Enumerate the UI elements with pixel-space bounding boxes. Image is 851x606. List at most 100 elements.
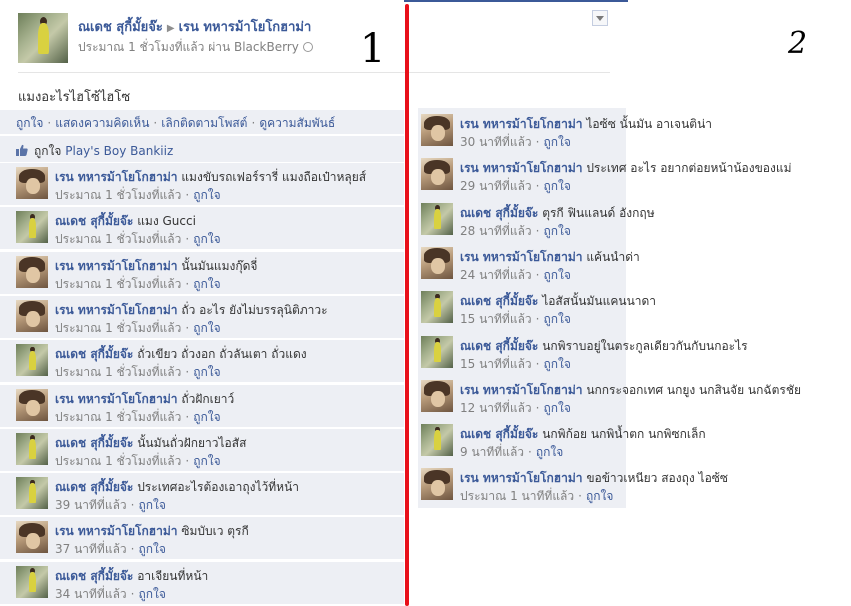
post-author-avatar[interactable] [18, 13, 68, 63]
commenter-avatar[interactable] [16, 477, 48, 510]
comment-author-link[interactable]: ณเดช สุกี้มั้ยจ๊ะ [55, 480, 133, 494]
comment-like-link[interactable]: ถูกใจ [544, 179, 571, 193]
comment-item: เรน ทหารม้าโยโกฮาม่า ขอข้าวเหนียว สองถุง… [418, 464, 728, 507]
commenter-avatar[interactable] [16, 344, 48, 377]
comment-timestamp[interactable]: 34 นาทีที่แล้ว [55, 587, 127, 601]
comment-timestamp[interactable]: 24 นาทีที่แล้ว [460, 268, 532, 282]
comment-like-link[interactable]: ถูกใจ [544, 224, 571, 238]
comment-like-link[interactable]: ถูกใจ [139, 587, 166, 601]
comment-author-link[interactable]: เรน ทหารม้าโยโกฮาม่า [55, 303, 177, 317]
commenter-avatar[interactable] [16, 299, 48, 332]
comment-timestamp[interactable]: ประมาณ 1 ชั่วโมงที่แล้ว [55, 188, 181, 202]
comment-like-link[interactable]: ถูกใจ [193, 321, 220, 335]
post-timestamp[interactable]: ประมาณ 1 ชั่วโมงที่แล้ว ผ่าน BlackBerry [78, 40, 299, 54]
comment-timestamp[interactable]: ประมาณ 1 ชั่วโมงที่แล้ว [55, 232, 181, 246]
post-header: ณเดช สุกี้มั้ยจ๊ะ ▶ เรน ทหารม้าโยโกฮาม่า [78, 16, 311, 37]
comment-timestamp[interactable]: ประมาณ 1 ชั่วโมงที่แล้ว [55, 321, 181, 335]
triangle-right-icon: ▶ [166, 23, 175, 34]
comment-like-link[interactable]: ถูกใจ [193, 365, 220, 379]
post-target-link[interactable]: เรน ทหารม้าโยโกฮาม่า [179, 20, 312, 35]
commenter-avatar[interactable] [16, 521, 48, 554]
comment-author-link[interactable]: เรน ทหารม้าโยโกฮาม่า [460, 383, 582, 397]
comment-author-link[interactable]: เรน ทหารม้าโยโกฮาม่า [460, 471, 582, 485]
comment-timestamp[interactable]: 15 นาทีที่แล้ว [460, 357, 532, 371]
comment-like-link[interactable]: ถูกใจ [536, 445, 563, 459]
comment-author-link[interactable]: ณเดช สุกี้มั้ยจ๊ะ [460, 339, 538, 353]
commenter-avatar[interactable] [16, 211, 48, 244]
comment-like-link[interactable]: ถูกใจ [139, 542, 166, 556]
comment-text: แค้นนำด่า [586, 249, 640, 264]
commenter-avatar[interactable] [421, 379, 453, 412]
comment-timestamp[interactable]: 15 นาทีที่แล้ว [460, 312, 532, 326]
comment-author-link[interactable]: ณเดช สุกี้มั้ยจ๊ะ [55, 569, 133, 583]
comment-timestamp[interactable]: 28 นาทีที่แล้ว [460, 224, 532, 238]
likes-prefix: ถูกใจ [34, 144, 62, 158]
commenter-avatar[interactable] [16, 432, 48, 465]
comment-author-link[interactable]: ณเดช สุกี้มั้ยจ๊ะ [460, 294, 538, 308]
comment-author-link[interactable]: ณเดช สุกี้มั้ยจ๊ะ [460, 206, 538, 220]
commenter-avatar[interactable] [421, 202, 453, 235]
likes-user-link[interactable]: Play's Boy Bankiiz [65, 144, 173, 158]
comment-author-link[interactable]: ณเดช สุกี้มั้ยจ๊ะ [55, 436, 133, 450]
comment-author-link[interactable]: เรน ทหารม้าโยโกฮาม่า [55, 392, 177, 406]
comment-author-link[interactable]: เรน ทหารม้าโยโกฮาม่า [460, 250, 582, 264]
comment-like-link[interactable]: ถูกใจ [544, 135, 571, 149]
comment-timestamp[interactable]: ประมาณ 1 ชั่วโมงที่แล้ว [55, 277, 181, 291]
comment-item: เรน ทหารม้าโยโกฮาม่า ไอซ้ซ นั้นมัน อาเจน… [418, 110, 712, 152]
comment-like-link[interactable]: ถูกใจ [544, 312, 571, 326]
commenter-avatar[interactable] [16, 167, 48, 199]
comment-body: เรน ทหารม้าโยโกฮาม่า ถั่ว อะไร ยังไม่บรร… [55, 301, 328, 320]
comment-timestamp[interactable]: ประมาณ 1 นาทีที่แล้ว [460, 489, 574, 503]
comment-timestamp[interactable]: 29 นาทีที่แล้ว [460, 179, 532, 193]
comment-author-link[interactable]: เรน ทหารม้าโยโกฮาม่า [55, 259, 177, 273]
comment-author-link[interactable]: ณเดช สุกี้มั้ยจ๊ะ [460, 427, 538, 441]
comment-author-link[interactable]: ณเดช สุกี้มั้ยจ๊ะ [55, 347, 133, 361]
comment-body: เรน ทหารม้าโยโกฮาม่า แค้นนำด่า [460, 248, 640, 267]
comment-like-link[interactable]: ถูกใจ [193, 277, 220, 291]
comment-like-link[interactable]: ถูกใจ [193, 454, 220, 468]
commenter-avatar[interactable] [421, 158, 453, 191]
comment-like-link[interactable]: ถูกใจ [193, 232, 220, 246]
commenter-avatar[interactable] [421, 291, 453, 324]
comment-author-link[interactable]: เรน ทหารม้าโยโกฮาม่า [460, 161, 582, 175]
comment-timestamp[interactable]: ประมาณ 1 ชั่วโมงที่แล้ว [55, 410, 181, 424]
comment-like-link[interactable]: ถูกใจ [139, 498, 166, 512]
commenter-avatar[interactable] [421, 424, 453, 457]
comment-timestamp[interactable]: 12 นาทีที่แล้ว [460, 401, 532, 415]
commenter-avatar[interactable] [16, 565, 48, 598]
divider [18, 72, 610, 73]
comment-link[interactable]: แสดงความคิดเห็น [55, 116, 149, 130]
comment-timestamp[interactable]: 9 นาทีที่แล้ว [460, 445, 524, 459]
comment-timestamp[interactable]: 37 นาทีที่แล้ว [55, 542, 127, 556]
comment-timestamp[interactable]: ประมาณ 1 ชั่วโมงที่แล้ว [55, 454, 181, 468]
chevron-down-icon[interactable] [592, 10, 608, 26]
comment-like-link[interactable]: ถูกใจ [544, 401, 571, 415]
comment-author-link[interactable]: ณเดช สุกี้มั้ยจ๊ะ [55, 214, 133, 228]
comment-author-link[interactable]: เรน ทหารม้าโยโกฮาม่า [460, 117, 582, 131]
see-friendship-link[interactable]: ดูความสัมพันธ์ [259, 116, 335, 130]
comment-like-link[interactable]: ถูกใจ [193, 188, 220, 202]
comment-like-link[interactable]: ถูกใจ [193, 410, 220, 424]
comment-author-link[interactable]: เรน ทหารม้าโยโกฮาม่า [55, 524, 177, 538]
comment-text: แมง Gucci [137, 214, 196, 229]
comment-like-link[interactable]: ถูกใจ [586, 489, 613, 503]
comment-timestamp[interactable]: 30 นาทีที่แล้ว [460, 135, 532, 149]
comment-item: เรน ทหารม้าโยโกฮาม่า นั้นมันแมงกุ๊ดจี่ ปร… [0, 251, 404, 294]
comment-like-link[interactable]: ถูกใจ [544, 268, 571, 282]
post-text: แมงอะไรไฮโซ้ไฮโซ [18, 90, 131, 105]
commenter-avatar[interactable] [16, 255, 48, 288]
post-author-link[interactable]: ณเดช สุกี้มั้ยจ๊ะ [78, 20, 163, 35]
comment-item: ณเดช สุกี้มั้ยจ๊ะ ประเทศอะไรต้องเอาถุงไว… [0, 473, 404, 516]
commenter-avatar[interactable] [421, 335, 453, 368]
unfollow-post-link[interactable]: เลิกติดตามโพสต์ [161, 116, 247, 130]
like-link[interactable]: ถูกใจ [16, 116, 43, 130]
comment-timestamp[interactable]: ประมาณ 1 ชั่วโมงที่แล้ว [55, 365, 181, 379]
globe-icon [302, 42, 313, 52]
comment-author-link[interactable]: เรน ทหารม้าโยโกฮาม่า [55, 170, 177, 184]
commenter-avatar[interactable] [421, 114, 453, 146]
commenter-avatar[interactable] [16, 388, 48, 421]
commenter-avatar[interactable] [421, 468, 453, 501]
comment-timestamp[interactable]: 39 นาทีที่แล้ว [55, 498, 127, 512]
comment-like-link[interactable]: ถูกใจ [544, 357, 571, 371]
commenter-avatar[interactable] [421, 246, 453, 279]
